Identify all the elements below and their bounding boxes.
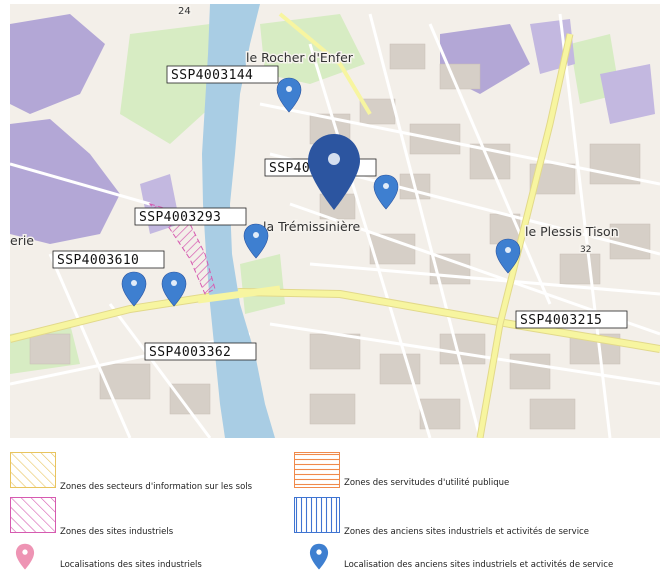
map-canvas[interactable]: le Rocher d'Enfer la Trémissinière le Pl… — [10, 4, 660, 438]
site-label-ssp4003144[interactable]: SSP4003144 — [166, 65, 279, 84]
legend-item-industrial-zones: Zones des sites industriels — [10, 497, 300, 537]
legend-label-old-industrial-zones: Zones des anciens sites industriels et a… — [344, 527, 589, 537]
legend-label-industrial-zones: Zones des sites industriels — [60, 527, 174, 537]
place-label-tremissiniere: la Trémissinière — [263, 219, 361, 234]
hatch-blue-swatch — [294, 497, 340, 533]
svg-text:SSP4003610: SSP4003610 — [57, 253, 139, 268]
hatch-pink-swatch — [10, 497, 56, 533]
legend-item-old-industrial-zones: Zones des anciens sites industriels et a… — [294, 497, 664, 537]
legend-label-industrial-points: Localisations des sites industriels — [60, 560, 202, 570]
legend-label-sup: Zones des servitudes d'utilité publique — [344, 478, 510, 488]
svg-text:SSP4003293: SSP4003293 — [139, 210, 221, 225]
site-label-ssp4003610[interactable]: SSP4003610 — [52, 250, 165, 269]
road-number-24: 24 — [178, 6, 191, 17]
hatch-yellow-swatch — [10, 452, 56, 488]
road-number-32: 32 — [580, 245, 591, 255]
map-view[interactable]: le Rocher d'Enfer la Trémissinière le Pl… — [10, 4, 660, 438]
hatch-orange-swatch — [294, 452, 340, 488]
legend-item-sis: Zones des secteurs d'information sur les… — [10, 452, 300, 492]
svg-text:SSP4003144: SSP4003144 — [171, 68, 253, 83]
legend-item-sup: Zones des servitudes d'utilité publique — [294, 452, 664, 492]
legend-item-industrial-points: Localisations des sites industriels — [14, 543, 304, 573]
site-label-ssp4003293[interactable]: SSP4003293 — [134, 207, 247, 226]
svg-text:SSP4003362: SSP4003362 — [149, 345, 231, 360]
pink-pin-icon — [15, 543, 35, 570]
legend-label-old-industrial-points: Localisation des anciens sites industrie… — [344, 560, 614, 570]
svg-text:SSP4003215: SSP4003215 — [520, 313, 602, 328]
legend-item-old-industrial-points: Localisation des anciens sites industrie… — [308, 543, 664, 573]
place-label-erie: erie — [10, 233, 34, 248]
site-label-ssp4003215[interactable]: SSP4003215 — [515, 310, 628, 329]
legend-label-sis: Zones des secteurs d'information sur les… — [60, 482, 253, 492]
site-label-ssp4003362[interactable]: SSP4003362 — [144, 342, 257, 361]
blue-pin-icon — [309, 543, 329, 570]
place-label-rocher: le Rocher d'Enfer — [246, 50, 354, 65]
place-label-plessis: le Plessis Tison — [525, 224, 619, 239]
map-legend: Zones des secteurs d'information sur les… — [0, 440, 667, 574]
